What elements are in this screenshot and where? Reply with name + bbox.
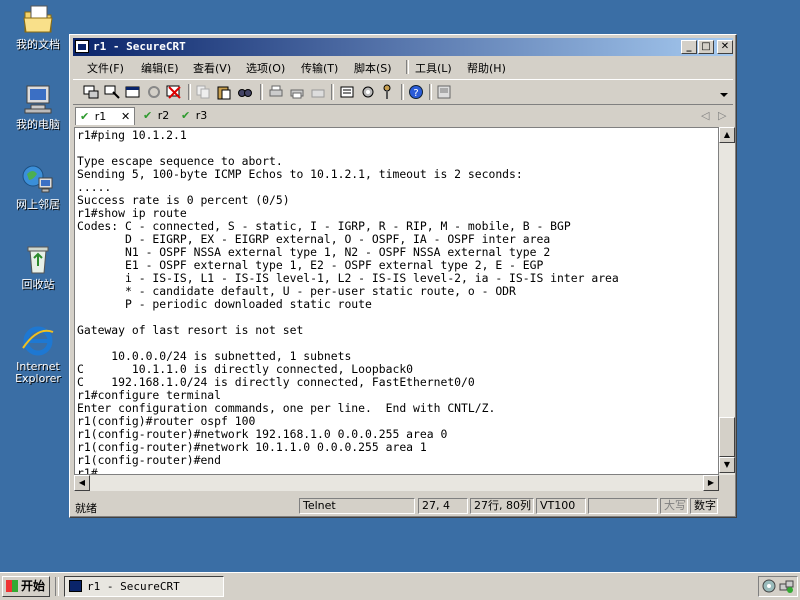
tab-close-icon[interactable]: ✕ xyxy=(121,108,130,126)
menu-separator xyxy=(406,60,409,74)
horizontal-scrollbar[interactable]: ◀ ▶ xyxy=(74,475,719,491)
desktop-icon-my-documents[interactable]: 我的文档 xyxy=(6,2,70,51)
system-tray xyxy=(758,576,798,597)
menu-script[interactable]: 脚本(S) xyxy=(354,60,392,76)
menu-view[interactable]: 查看(V) xyxy=(193,60,231,76)
taskbar-item-securecrt[interactable]: r1 - SecureCRT xyxy=(64,576,224,597)
find-icon[interactable] xyxy=(237,84,253,100)
desktop-icon-recycle-bin[interactable]: 回收站 xyxy=(6,242,70,291)
svg-text:?: ? xyxy=(413,88,418,99)
disconnect-icon[interactable] xyxy=(166,84,182,100)
securecrt-task-icon xyxy=(69,580,82,592)
tab-label: r2 xyxy=(157,109,170,122)
window-title: r1 - SecureCRT xyxy=(93,40,186,53)
minimize-button[interactable]: _ xyxy=(681,40,697,54)
scroll-left-icon[interactable]: ◀ xyxy=(74,475,90,491)
status-emulation: VT100 xyxy=(536,498,586,514)
toolbar-separator xyxy=(401,84,404,100)
desktop-icon-label: 回收站 xyxy=(21,278,55,291)
status-bar: 就绪 Telnet 27, 4 27行, 80列 VT100 大写 数字 xyxy=(73,497,733,515)
toolbar: ? xyxy=(73,79,733,105)
start-button[interactable]: 开始 xyxy=(2,576,50,597)
status-caps-lock: 大写 xyxy=(660,498,688,514)
desktop-icon-network-places[interactable]: 网上邻居 xyxy=(6,162,70,211)
task-label: r1 - SecureCRT xyxy=(87,580,180,593)
connected-check-icon: ✔ xyxy=(80,110,90,123)
copy-icon[interactable] xyxy=(195,84,211,100)
tab-label: r1 xyxy=(94,110,107,123)
taskbar: 开始 r1 - SecureCRT xyxy=(0,572,800,600)
help-icon[interactable]: ? xyxy=(408,84,424,100)
securecrt-window: r1 - SecureCRT _ □ ✕ 文件(F) 编辑(E) 查看(V) 选… xyxy=(69,34,737,518)
desktop-icon-my-computer[interactable]: 我的电脑 xyxy=(6,82,70,131)
status-protocol: Telnet xyxy=(299,498,415,514)
scroll-up-icon[interactable]: ▲ xyxy=(719,127,735,143)
reconnect-icon[interactable] xyxy=(146,84,162,100)
tab-r1[interactable]: ✔ r1 ✕ xyxy=(75,107,135,125)
recycle-bin-icon xyxy=(27,246,49,274)
print-selection-icon[interactable] xyxy=(289,84,305,100)
desktop-icon-internet-explorer[interactable]: Internet Explorer xyxy=(6,324,70,385)
status-ready: 就绪 xyxy=(75,502,97,515)
tab-r2[interactable]: ✔ r2 xyxy=(141,107,169,125)
menu-file[interactable]: 文件(F) xyxy=(87,60,124,76)
tab-label: r3 xyxy=(195,109,208,122)
toolbar-overflow-icon[interactable] xyxy=(719,90,729,100)
network-places-icon xyxy=(22,165,53,193)
desktop-icon-label: Internet Explorer xyxy=(15,360,61,385)
menu-help[interactable]: 帮助(H) xyxy=(467,60,506,76)
status-num-lock: 数字 xyxy=(690,498,718,514)
tab-scroll-left-icon[interactable]: ◁ xyxy=(701,107,709,125)
global-options-icon[interactable] xyxy=(360,84,376,100)
desktop-icon-label: 我的文档 xyxy=(16,38,60,51)
internet-explorer-icon xyxy=(22,326,54,356)
terminal-output[interactable]: r1#ping 10.1.2.1 Type escape sequence to… xyxy=(74,127,719,475)
vertical-scrollbar[interactable]: ▲ ▼ xyxy=(719,127,735,475)
windows-flag-icon xyxy=(6,580,18,592)
menu-options[interactable]: 选项(O) xyxy=(246,60,285,76)
toolbar-separator xyxy=(260,84,263,100)
desktop-icon-label: 我的电脑 xyxy=(16,118,60,131)
toolbar-separator xyxy=(429,84,432,100)
print-icon[interactable] xyxy=(268,84,284,100)
maximize-button[interactable]: □ xyxy=(698,40,714,54)
tray-volume-icon[interactable] xyxy=(762,579,777,594)
menu-tools[interactable]: 工具(L) xyxy=(415,60,452,76)
toolbar-separator xyxy=(188,84,191,100)
keymap-icon[interactable] xyxy=(436,84,452,100)
menu-edit[interactable]: 编辑(E) xyxy=(141,60,179,76)
my-computer-icon xyxy=(24,85,52,114)
connect-in-tab-icon[interactable] xyxy=(125,84,141,100)
session-options-icon[interactable] xyxy=(339,84,355,100)
title-bar[interactable]: r1 - SecureCRT _ □ ✕ xyxy=(73,38,733,56)
securecrt-app-icon[interactable] xyxy=(75,40,89,53)
connected-check-icon: ✔ xyxy=(181,109,191,122)
paste-icon[interactable] xyxy=(216,84,232,100)
taskbar-separator xyxy=(55,577,59,596)
status-terminal-size: 27行, 80列 xyxy=(470,498,534,514)
menu-bar: 文件(F) 编辑(E) 查看(V) 选项(O) 传输(T) 脚本(S) 工具(L… xyxy=(73,57,733,77)
connect-icon[interactable] xyxy=(83,84,99,100)
scroll-down-icon[interactable]: ▼ xyxy=(719,457,735,473)
status-blank xyxy=(588,498,658,514)
tab-scroll-right-icon[interactable]: ▷ xyxy=(718,107,726,125)
menu-transfer[interactable]: 传输(T) xyxy=(301,60,338,76)
session-tab-bar: ✔ r1 ✕ ✔ r2 ✔ r3 ◁ ▷ xyxy=(73,106,733,126)
tray-network-icon[interactable] xyxy=(779,579,794,594)
quick-connect-icon[interactable] xyxy=(104,84,120,100)
scroll-thumb[interactable] xyxy=(719,417,735,457)
terminal-text: r1#ping 10.1.2.1 Type escape sequence to… xyxy=(77,128,619,475)
status-cursor-position: 27, 4 xyxy=(418,498,468,514)
tab-r3[interactable]: ✔ r3 xyxy=(179,107,207,125)
toolbar-separator xyxy=(331,84,334,100)
desktop-icon-label: 网上邻居 xyxy=(16,198,60,211)
key-icon[interactable] xyxy=(379,84,395,100)
scroll-right-icon[interactable]: ▶ xyxy=(703,475,719,491)
my-documents-icon xyxy=(23,5,53,33)
start-label: 开始 xyxy=(21,579,46,593)
print-screen-icon[interactable] xyxy=(310,84,326,100)
close-button[interactable]: ✕ xyxy=(717,40,733,54)
connected-check-icon: ✔ xyxy=(143,109,153,122)
